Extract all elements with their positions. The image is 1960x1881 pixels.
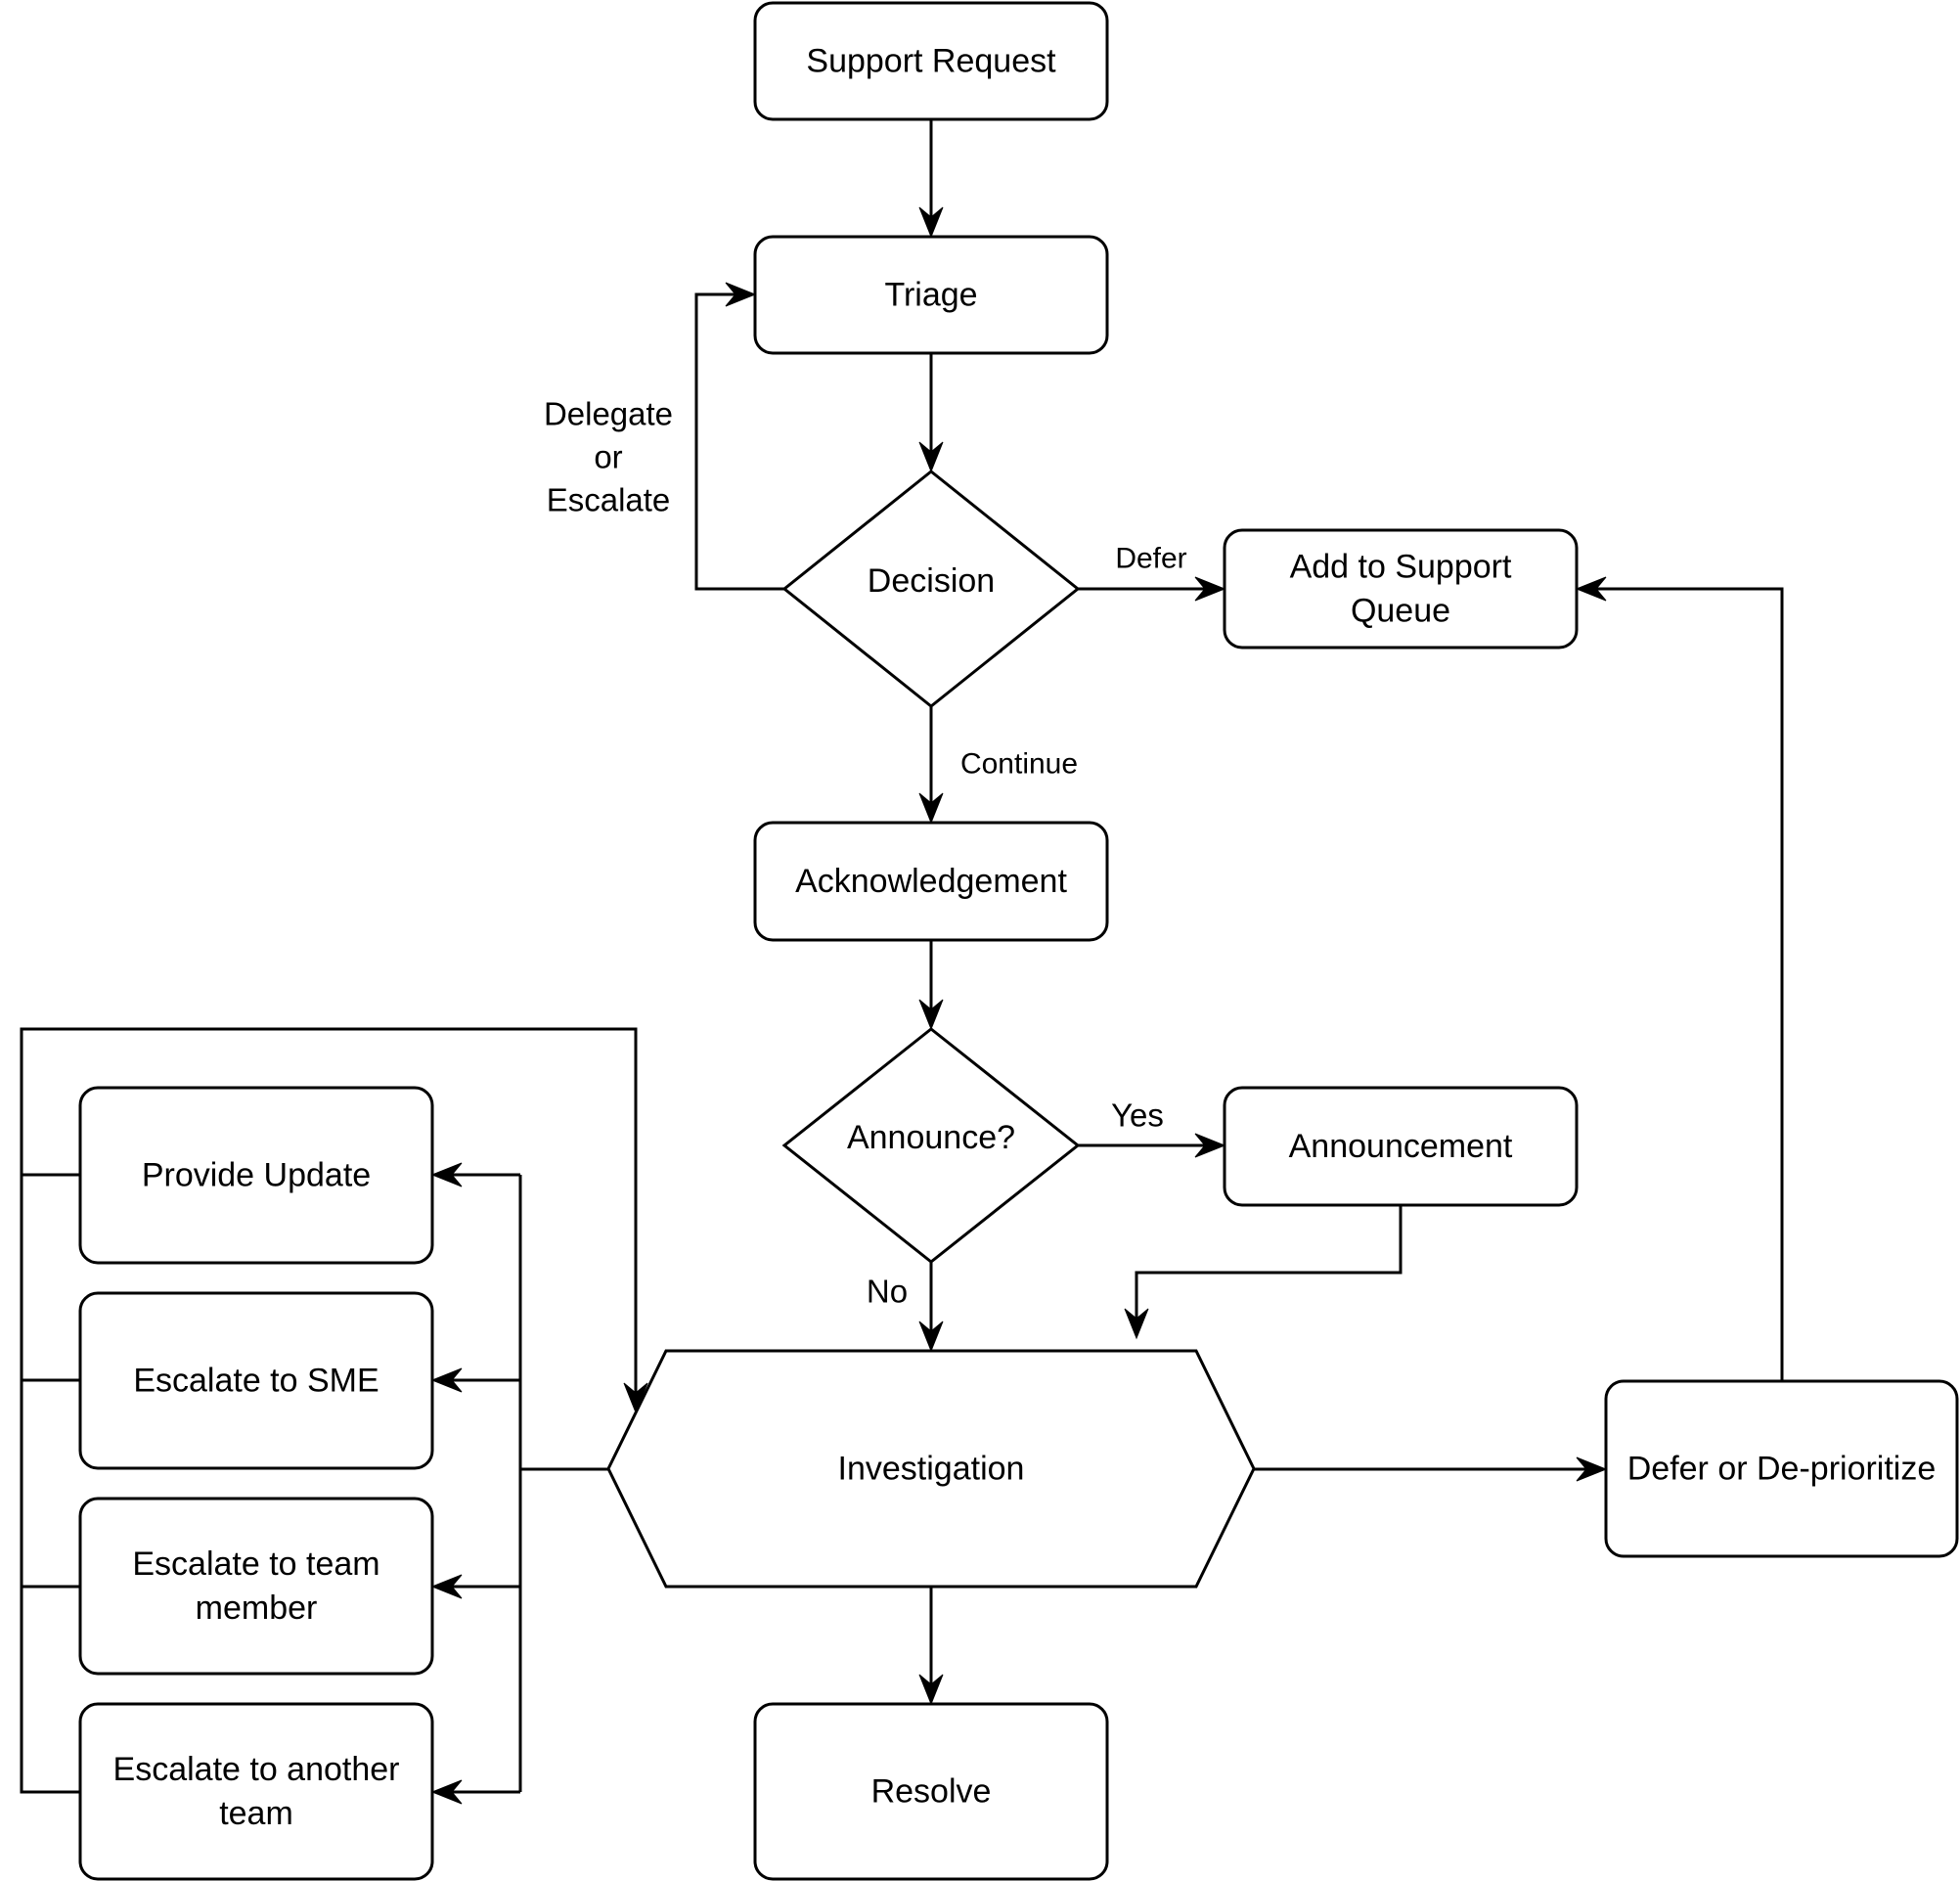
- node-announcement[interactable]: Announcement: [1223, 1086, 1579, 1207]
- node-escalate-sme[interactable]: Escalate to SME: [78, 1291, 434, 1470]
- edge-request-to-triage[interactable]: [918, 119, 944, 239]
- rounded-rect-shape: [78, 1702, 434, 1881]
- node-label: Announcement: [1289, 1128, 1513, 1165]
- node-label: Escalate to SME: [133, 1363, 379, 1400]
- edge-label-delegate-or-escalate: Delegate: [544, 396, 673, 432]
- node-label: Resolve: [871, 1773, 992, 1811]
- edge-announcement-to-investigation[interactable]: [1124, 1205, 1403, 1340]
- node-label: Defer or De-prioritize: [1627, 1451, 1937, 1488]
- node-label: Announce?: [847, 1119, 1015, 1156]
- node-add-to-queue[interactable]: Add to Support Queue: [1223, 528, 1579, 649]
- node-defer[interactable]: Defer or De-prioritize: [1604, 1379, 1959, 1558]
- edge-ack-to-announce[interactable]: [918, 940, 944, 1031]
- node-label: Escalate to team: [132, 1545, 379, 1583]
- node-provide-update[interactable]: Provide Update: [78, 1086, 434, 1265]
- edge-label-delegate-or-escalate: or: [594, 439, 622, 475]
- edge-decision-to-queue[interactable]: [1078, 576, 1226, 602]
- edge-label-delegate-or-escalate: Escalate: [547, 482, 671, 518]
- node-label: team: [219, 1795, 293, 1832]
- edge-defer-to-queue[interactable]: [1575, 576, 1784, 1381]
- node-acknowledgement[interactable]: Acknowledgement: [753, 821, 1109, 942]
- node-label: Add to Support: [1290, 549, 1512, 586]
- edge-bus-to-escalate-another-team[interactable]: [430, 1779, 520, 1805]
- edge-label-yes: Yes: [1111, 1097, 1164, 1134]
- node-investigation[interactable]: Investigation: [606, 1349, 1256, 1589]
- node-label: Decision: [868, 562, 995, 600]
- flowchart-canvas: Support Request Triage Decision Add to Supp…: [20, 1, 1959, 1881]
- node-triage[interactable]: Triage: [753, 235, 1109, 355]
- node-label: member: [196, 1590, 318, 1627]
- edge-investigation-to-defer[interactable]: [1254, 1456, 1608, 1482]
- node-escalate-another-team[interactable]: Escalate to another team: [78, 1702, 434, 1881]
- rounded-rect-shape: [78, 1497, 434, 1676]
- edge-triage-to-decision[interactable]: [918, 353, 944, 473]
- edge-bus-to-escalate-team-member[interactable]: [430, 1574, 520, 1599]
- node-support-request[interactable]: Support Request: [753, 1, 1109, 121]
- edge-announce-to-investigation[interactable]: [918, 1262, 944, 1353]
- node-announce[interactable]: Announce?: [781, 1027, 1081, 1264]
- node-label: Acknowledgement: [795, 863, 1067, 900]
- edge-decision-to-ack[interactable]: [918, 706, 944, 825]
- edge-label-continue: Continue: [960, 748, 1078, 781]
- node-label: Triage: [884, 277, 977, 314]
- connector-line: [1135, 1205, 1403, 1319]
- edge-announce-to-announcement[interactable]: [1078, 1133, 1226, 1158]
- node-label: Investigation: [838, 1451, 1025, 1488]
- node-resolve[interactable]: Resolve: [753, 1702, 1109, 1881]
- nodes-layer: Support Request Triage Decision Add to Supp…: [78, 1, 1959, 1881]
- edge-bus-to-provide-update[interactable]: [430, 1162, 520, 1187]
- edge-label-defer: Defer: [1115, 543, 1186, 575]
- edge-bus-to-escalate-sme[interactable]: [430, 1367, 520, 1393]
- connector-line: [1596, 587, 1784, 1381]
- node-label: Support Request: [806, 43, 1056, 80]
- node-label: Provide Update: [142, 1157, 371, 1194]
- node-decision[interactable]: Decision: [781, 470, 1081, 708]
- node-label: Queue: [1351, 593, 1450, 630]
- node-label: Escalate to another: [113, 1751, 400, 1788]
- node-escalate-team-member[interactable]: Escalate to team member: [78, 1497, 434, 1676]
- edge-label-no: No: [867, 1274, 908, 1310]
- edge-investigation-to-resolve[interactable]: [918, 1587, 944, 1706]
